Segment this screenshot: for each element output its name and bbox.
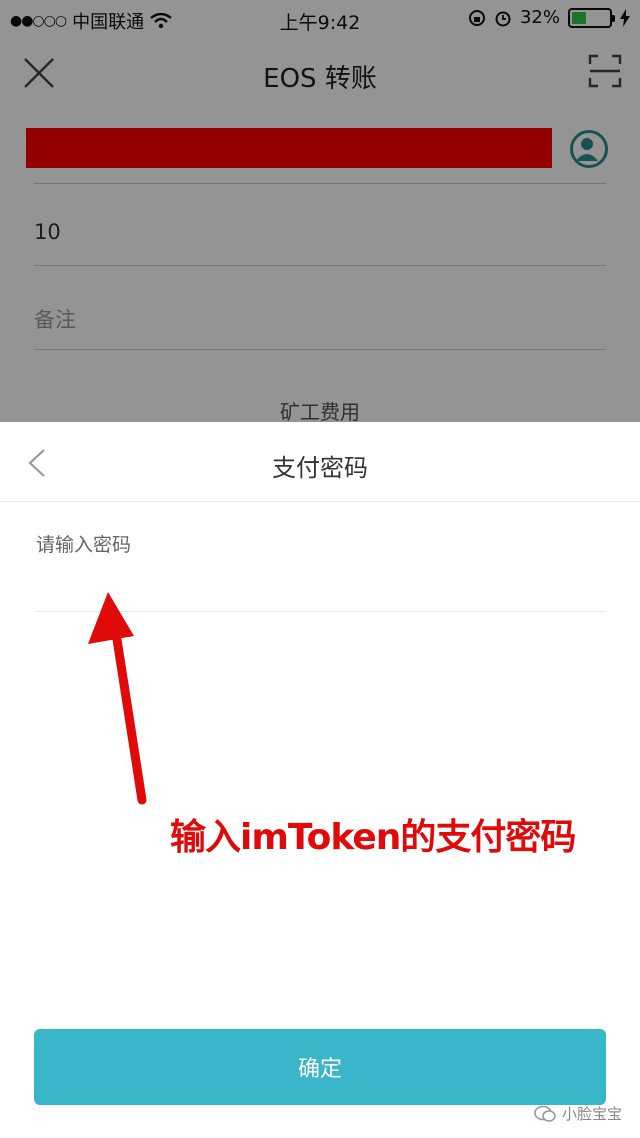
confirm-button[interactable]: 确定 — [34, 1029, 606, 1105]
watermark-text: 小脸宝宝 — [561, 1105, 622, 1123]
watermark: 小脸宝宝 — [534, 1103, 622, 1124]
sheet-title: 支付密码 — [272, 454, 368, 482]
wechat-icon — [534, 1105, 556, 1122]
password-label: 请输入密码 — [36, 534, 132, 556]
sheet-header: 支付密码 — [0, 422, 640, 502]
annotation-text: 输入imToken的支付密码 — [170, 817, 576, 858]
annotation-arrow-icon — [88, 592, 147, 805]
